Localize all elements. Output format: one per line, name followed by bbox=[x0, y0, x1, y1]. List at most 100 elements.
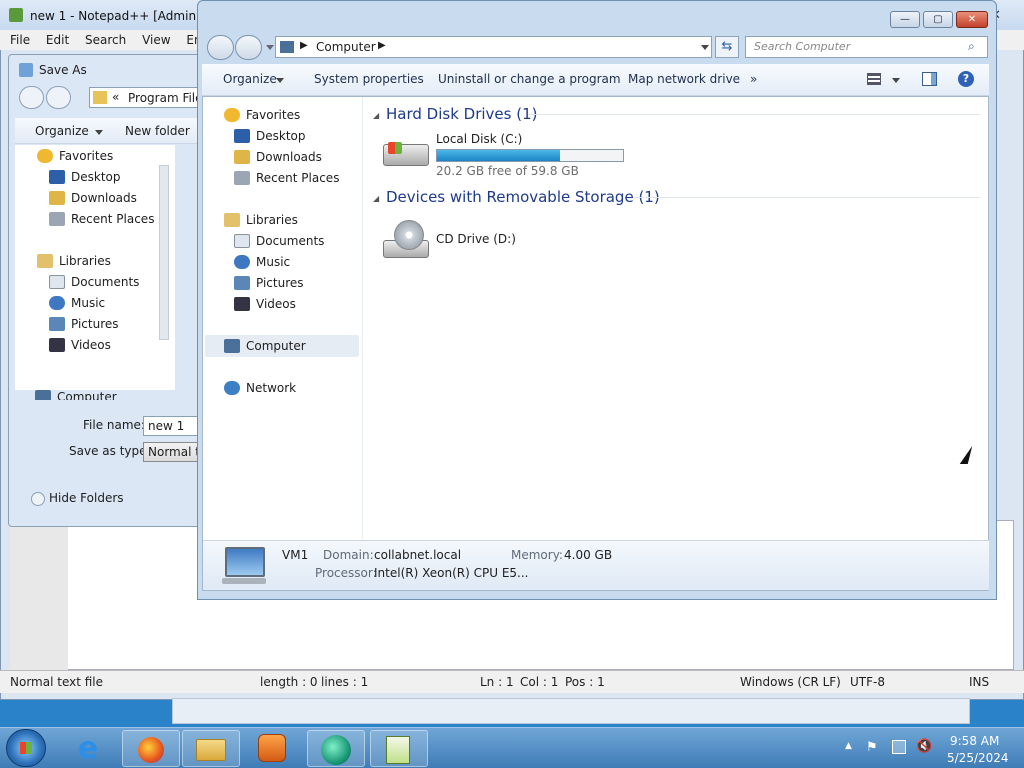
nav-favorites[interactable]: Favorites bbox=[224, 105, 300, 125]
save-as-organize-button[interactable]: Organize bbox=[35, 124, 89, 138]
back-icon[interactable] bbox=[19, 86, 44, 109]
hide-folders-button[interactable]: Hide Folders bbox=[49, 491, 124, 505]
local-disk-name: Local Disk (C:) bbox=[436, 132, 523, 146]
nav-pictures[interactable]: Pictures bbox=[234, 273, 304, 293]
help-icon[interactable]: ? bbox=[958, 71, 974, 87]
nav-recent-places[interactable]: Recent Places bbox=[234, 168, 339, 188]
removable-storage-header[interactable]: Devices with Removable Storage (1) bbox=[386, 188, 660, 206]
search-computer-input[interactable]: Search Computer ⌕ bbox=[745, 36, 988, 58]
view-dropdown-icon[interactable] bbox=[892, 78, 900, 83]
breadcrumb-chevron-icon[interactable]: ▶ bbox=[300, 40, 308, 51]
map-network-drive-button[interactable]: Map network drive bbox=[628, 72, 740, 86]
status-col: Col : 1 bbox=[520, 675, 559, 689]
search-placeholder: Search Computer bbox=[754, 40, 851, 53]
uninstall-program-button[interactable]: Uninstall or change a program bbox=[438, 72, 621, 86]
status-length: length : 0 bbox=[260, 675, 318, 689]
media-player-icon[interactable] bbox=[258, 734, 286, 762]
star-icon bbox=[37, 149, 53, 163]
nav-pictures[interactable]: Pictures bbox=[49, 314, 119, 334]
more-commands-button[interactable]: » bbox=[750, 72, 757, 86]
computer-icon bbox=[280, 41, 294, 53]
refresh-icon[interactable]: ⇆ bbox=[715, 36, 739, 58]
menu-search[interactable]: Search bbox=[85, 30, 126, 50]
status-eol: Windows (CR LF) bbox=[740, 675, 841, 689]
menu-file[interactable]: File bbox=[10, 30, 30, 50]
folder-icon bbox=[196, 739, 226, 761]
save-as-bottom-panel: File name: new 1 Save as type: Normal te… bbox=[15, 400, 207, 525]
view-options-icon[interactable] bbox=[867, 73, 881, 85]
desktop-icon bbox=[234, 129, 250, 143]
nav-desktop[interactable]: Desktop bbox=[49, 167, 121, 187]
music-icon bbox=[234, 255, 250, 269]
network-tray-icon[interactable] bbox=[892, 740, 906, 754]
new-folder-button[interactable]: New folder bbox=[125, 124, 190, 138]
maximize-button[interactable]: ▢ bbox=[923, 11, 953, 28]
nav-downloads[interactable]: Downloads bbox=[49, 188, 137, 208]
nav-favorites[interactable]: Favorites bbox=[37, 146, 113, 166]
breadcrumb-chevron-icon[interactable]: ▶ bbox=[378, 40, 386, 51]
search-icon[interactable]: ⌕ bbox=[968, 39, 975, 54]
nav-videos[interactable]: Videos bbox=[49, 335, 111, 355]
save-as-title: Save As bbox=[39, 63, 87, 77]
disk-usage-fill bbox=[437, 150, 561, 161]
close-button[interactable]: ✕ bbox=[956, 11, 988, 28]
menu-edit[interactable]: Edit bbox=[46, 30, 69, 50]
nav-music[interactable]: Music bbox=[234, 252, 290, 272]
save-as-address-field[interactable]: « Program Files bbox=[89, 87, 207, 108]
preview-pane-icon[interactable] bbox=[922, 72, 937, 86]
recent-pages-chevron-icon[interactable] bbox=[266, 45, 274, 50]
chevron-up-icon[interactable] bbox=[31, 492, 45, 506]
forward-icon[interactable] bbox=[235, 35, 262, 60]
cd-drive-d-item[interactable]: CD Drive (D:) bbox=[380, 216, 520, 264]
show-hidden-icons-icon[interactable]: ▲ bbox=[845, 741, 852, 751]
hard-disk-drives-header[interactable]: Hard Disk Drives (1) bbox=[386, 105, 537, 123]
notepad-status-bar: Normal text file length : 0 lines : 1 Ln… bbox=[0, 670, 1024, 693]
processor-label: Processor: bbox=[315, 566, 377, 580]
organize-button[interactable]: Organize bbox=[223, 72, 277, 86]
back-icon[interactable] bbox=[207, 35, 234, 60]
computer-name: VM1 bbox=[282, 548, 309, 562]
computer-icon bbox=[224, 339, 240, 353]
explorer-address-bar[interactable]: ▶ Computer ▶ bbox=[275, 36, 712, 58]
notepad-plus-plus-taskbar-button[interactable] bbox=[370, 730, 428, 767]
collapse-hard-disk-icon[interactable]: ◢ bbox=[373, 111, 379, 120]
nav-downloads[interactable]: Downloads bbox=[234, 147, 322, 167]
menu-view[interactable]: View bbox=[142, 30, 170, 50]
clock-date[interactable]: 5/25/2024 bbox=[947, 751, 1009, 765]
nav-videos[interactable]: Videos bbox=[234, 294, 296, 314]
nav-documents[interactable]: Documents bbox=[234, 231, 324, 251]
music-icon bbox=[49, 296, 65, 310]
notepad-app-icon bbox=[9, 8, 23, 22]
volume-muted-icon[interactable]: 🔇 bbox=[916, 739, 932, 754]
save-as-nav-scrollbar[interactable] bbox=[159, 165, 169, 340]
nav-network[interactable]: Network bbox=[224, 378, 296, 398]
breadcrumb-computer[interactable]: Computer bbox=[316, 40, 376, 54]
internet-explorer-icon[interactable]: e bbox=[70, 732, 106, 766]
collapse-removable-icon[interactable]: ◢ bbox=[373, 194, 379, 203]
videos-icon bbox=[49, 338, 65, 352]
green-app-taskbar-button[interactable] bbox=[307, 730, 365, 767]
local-disk-c-item[interactable]: Local Disk (C:) 20.2 GB free of 59.8 GB bbox=[380, 130, 630, 178]
clock-time[interactable]: 9:58 AM bbox=[950, 734, 999, 748]
file-name-label: File name: bbox=[83, 418, 145, 432]
chevron-down-icon bbox=[95, 130, 103, 135]
nav-documents[interactable]: Documents bbox=[49, 272, 139, 292]
nav-libraries[interactable]: Libraries bbox=[224, 210, 298, 230]
file-explorer-taskbar-button[interactable] bbox=[182, 730, 240, 767]
firefox-taskbar-button[interactable] bbox=[122, 730, 180, 767]
nav-music[interactable]: Music bbox=[49, 293, 105, 313]
minimize-button[interactable]: — bbox=[890, 11, 920, 28]
address-dropdown-icon[interactable] bbox=[701, 45, 709, 50]
computer-icon bbox=[225, 547, 265, 577]
processor-value: Intel(R) Xeon(R) CPU E5... bbox=[374, 566, 529, 580]
nav-libraries[interactable]: Libraries bbox=[37, 251, 111, 271]
nav-computer[interactable]: Computer bbox=[224, 336, 306, 356]
action-center-flag-icon[interactable]: ⚑ bbox=[866, 740, 880, 755]
forward-icon[interactable] bbox=[46, 86, 71, 109]
save-as-navigation-pane: Favorites Desktop Downloads Recent Place… bbox=[15, 145, 175, 390]
nav-desktop[interactable]: Desktop bbox=[234, 126, 306, 146]
nav-recent-places[interactable]: Recent Places bbox=[49, 209, 154, 229]
network-icon bbox=[224, 381, 240, 395]
system-properties-button[interactable]: System properties bbox=[314, 72, 424, 86]
notepad-line-gutter bbox=[10, 520, 68, 670]
